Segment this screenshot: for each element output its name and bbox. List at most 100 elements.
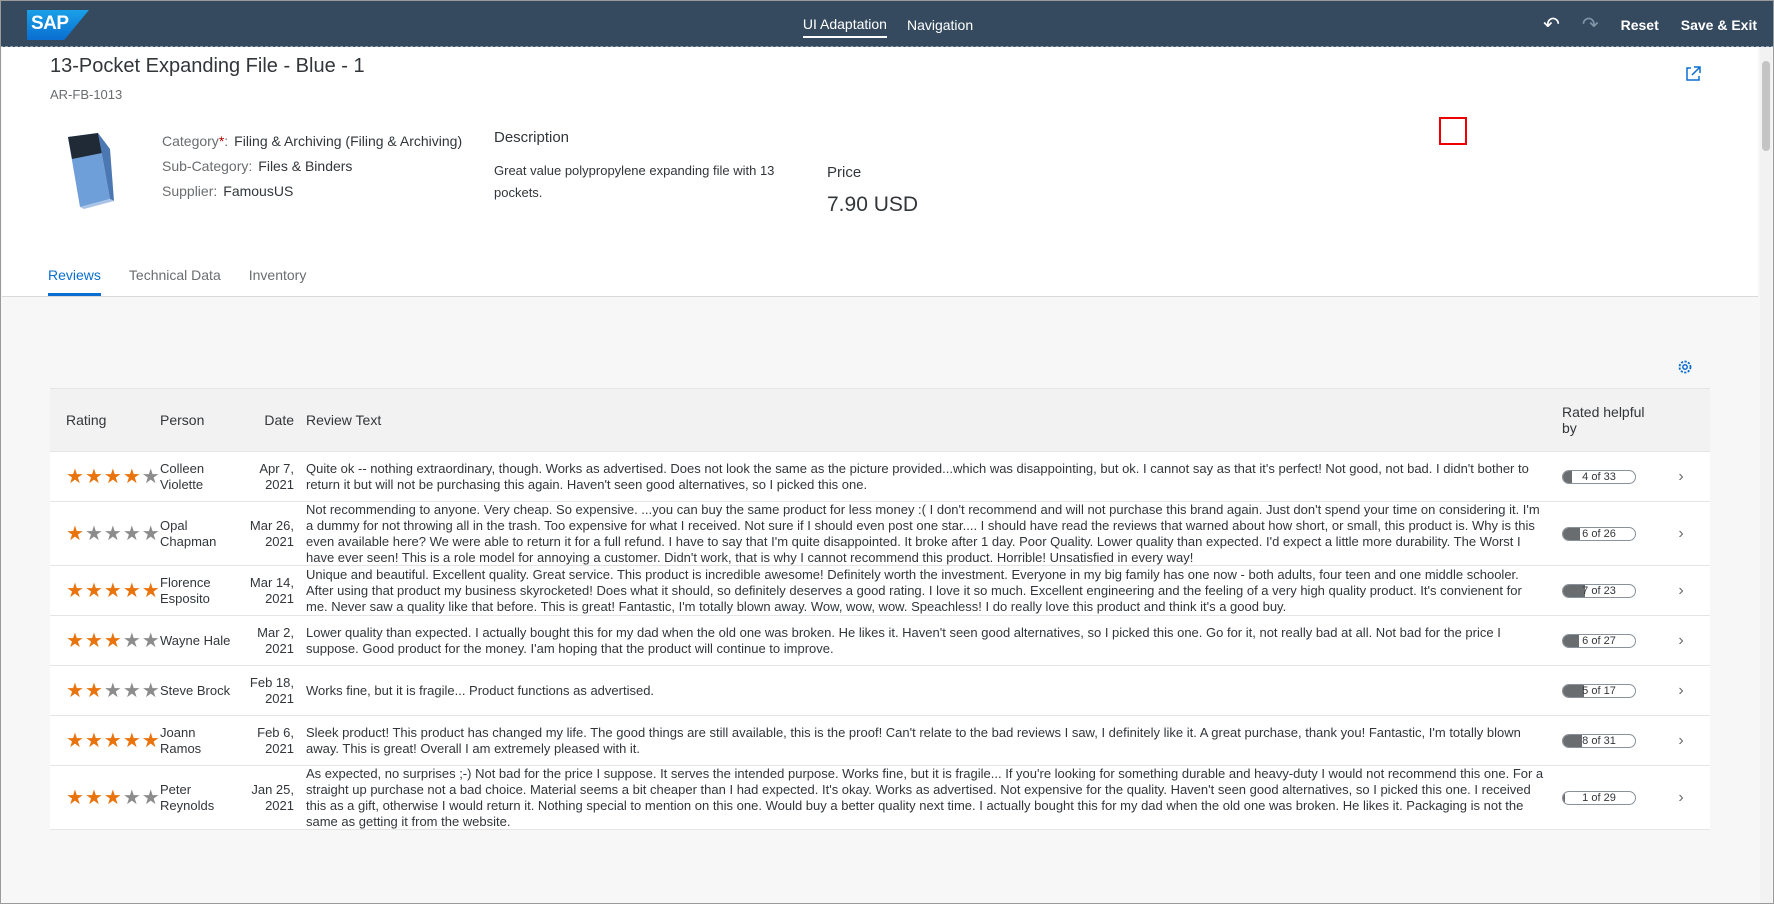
star-icon: ★ [66, 465, 84, 488]
column-person: Person [160, 412, 205, 428]
table-row[interactable]: ★ ★ ★ ★ ★ Opal Chapman Mar 26, 2021 Not recomme… [50, 502, 1710, 566]
star-icon: ★ [66, 629, 84, 652]
category-label: Category [162, 133, 219, 149]
scrollbar[interactable] [1760, 47, 1772, 904]
chevron-right-icon[interactable]: › [1652, 632, 1710, 650]
reviews-table: Rating Person Date Review Text Rated hel… [50, 388, 1710, 830]
star-icon: ★ [84, 629, 103, 652]
tab-reviews[interactable]: Reviews [48, 267, 101, 296]
star-icon: ★ [122, 629, 141, 652]
person-name: Wayne Hale [160, 632, 231, 648]
helpful-count: 7 of 23 [1582, 584, 1616, 597]
helpful-progress: 6 of 26 [1562, 526, 1636, 541]
tab-inventory[interactable]: Inventory [249, 267, 307, 296]
star-icon: ★ [122, 729, 141, 752]
sap-logo[interactable]: SAP [27, 10, 89, 40]
review-text: Lower quality than expected. I actually … [306, 624, 1501, 656]
price-block: Price 7.90 USD [827, 164, 918, 217]
review-date: Feb 6, 2021 [257, 724, 294, 756]
review-text: Works fine, but it is fragile... Product… [306, 682, 655, 698]
table-row[interactable]: ★ ★ ★ ★ ★ Peter Reynolds Jan 25, 2021 As expect… [50, 766, 1710, 830]
save-exit-button[interactable]: Save & Exit [1681, 17, 1757, 33]
tab-ui-adaptation[interactable]: UI Adaptation [802, 12, 887, 38]
required-marker: * [218, 133, 225, 149]
star-icon: ★ [122, 679, 141, 702]
helpful-count: 6 of 26 [1582, 527, 1616, 540]
table-header: Rating Person Date Review Text Rated hel… [50, 388, 1710, 452]
selection-marker [1439, 117, 1467, 145]
star-icon: ★ [103, 522, 122, 545]
chevron-right-icon[interactable]: › [1652, 468, 1710, 486]
chevron-right-icon[interactable]: › [1652, 789, 1710, 807]
star-icon: ★ [103, 679, 122, 702]
reset-button[interactable]: Reset [1621, 17, 1659, 33]
star-icon: ★ [122, 465, 141, 488]
star-icon: ★ [66, 579, 84, 602]
star-icon: ★ [103, 729, 122, 752]
table-row[interactable]: ★ ★ ★ ★ ★ Florence Esposito Mar 14, 2021 Unique… [50, 566, 1710, 616]
object-header: 13-Pocket Expanding File - Blue - 1 AR-F… [2, 47, 1758, 297]
star-icon: ★ [122, 579, 141, 602]
column-review-text: Review Text [306, 412, 382, 428]
price-title: Price [827, 164, 862, 181]
review-date: Mar 14, 2021 [249, 574, 294, 606]
helpful-count: 8 of 31 [1582, 734, 1616, 747]
review-text: Not recommending to anyone. Very cheap. … [306, 501, 1540, 565]
table-row[interactable]: ★ ★ ★ ★ ★ Steve Brock Feb 18, 2021 Works fine, … [50, 666, 1710, 716]
tab-technical-data[interactable]: Technical Data [129, 267, 221, 296]
star-icon: ★ [84, 679, 103, 702]
star-icon: ★ [66, 522, 84, 545]
star-icon: ★ [103, 629, 122, 652]
rating-stars: ★ ★ ★ ★ ★ [66, 465, 160, 488]
star-icon: ★ [103, 786, 122, 809]
table-row[interactable]: ★ ★ ★ ★ ★ Wayne Hale Mar 2, 2021 Lower quality … [50, 616, 1710, 666]
review-date: Mar 2, 2021 [257, 624, 294, 656]
person-name: Colleen Violette [160, 460, 205, 492]
share-icon[interactable] [1684, 65, 1702, 83]
person-name: Florence Esposito [160, 574, 211, 606]
helpful-progress: 6 of 27 [1562, 633, 1636, 648]
star-icon: ★ [66, 786, 84, 809]
table-row[interactable]: ★ ★ ★ ★ ★ Colleen Violette Apr 7, 2021 Quite ok… [50, 452, 1710, 502]
chevron-right-icon[interactable]: › [1652, 682, 1710, 700]
product-image [68, 133, 114, 209]
rating-stars: ★ ★ ★ ★ ★ [66, 679, 160, 702]
rating-stars: ★ ★ ★ ★ ★ [66, 786, 160, 809]
helpful-count: 1 of 29 [1582, 791, 1616, 804]
scrollbar-thumb[interactable] [1762, 61, 1770, 151]
helpful-count: 5 of 17 [1582, 684, 1616, 697]
redo-icon[interactable]: ↷ [1582, 12, 1599, 37]
person-name: Opal Chapman [160, 517, 217, 549]
star-icon: ★ [84, 579, 103, 602]
shell-bar: SAP UI Adaptation Navigation ↶ ↷ Reset S… [0, 0, 1774, 47]
gear-icon[interactable] [1676, 358, 1694, 376]
helpful-progress: 4 of 33 [1562, 469, 1636, 484]
undo-icon[interactable]: ↶ [1543, 12, 1560, 37]
star-icon: ★ [66, 729, 84, 752]
column-rating: Rating [66, 412, 107, 428]
rating-stars: ★ ★ ★ ★ ★ [66, 579, 160, 602]
price-value: 7.90 USD [827, 193, 919, 216]
column-rated-helpful: Rated helpful by [1562, 404, 1645, 436]
chevron-right-icon[interactable]: › [1652, 732, 1710, 750]
description-title: Description [494, 129, 570, 146]
chevron-right-icon[interactable]: › [1652, 582, 1710, 600]
star-icon: ★ [122, 786, 141, 809]
tab-navigation[interactable]: Navigation [907, 13, 973, 37]
helpful-progress: 1 of 29 [1562, 790, 1636, 805]
rating-stars: ★ ★ ★ ★ ★ [66, 729, 160, 752]
star-icon: ★ [84, 786, 103, 809]
subcategory-value: Files & Binders [258, 158, 353, 174]
star-icon: ★ [122, 522, 141, 545]
rating-stars: ★ ★ ★ ★ ★ [66, 522, 160, 545]
person-name: Steve Brock [160, 682, 231, 698]
chevron-right-icon[interactable]: › [1652, 525, 1710, 543]
review-date: Apr 7, 2021 [259, 460, 294, 492]
person-name: Joann Ramos [160, 724, 202, 756]
description-block: Description Great value polypropylene ex… [494, 129, 794, 204]
table-row[interactable]: ★ ★ ★ ★ ★ Joann Ramos Feb 6, 2021 Sleek product… [50, 716, 1710, 766]
helpful-progress: 5 of 17 [1562, 683, 1636, 698]
supplier-label: Supplier: [162, 183, 218, 199]
helpful-count: 6 of 27 [1582, 634, 1616, 647]
review-text: Unique and beautiful. Excellent quality.… [306, 566, 1522, 614]
